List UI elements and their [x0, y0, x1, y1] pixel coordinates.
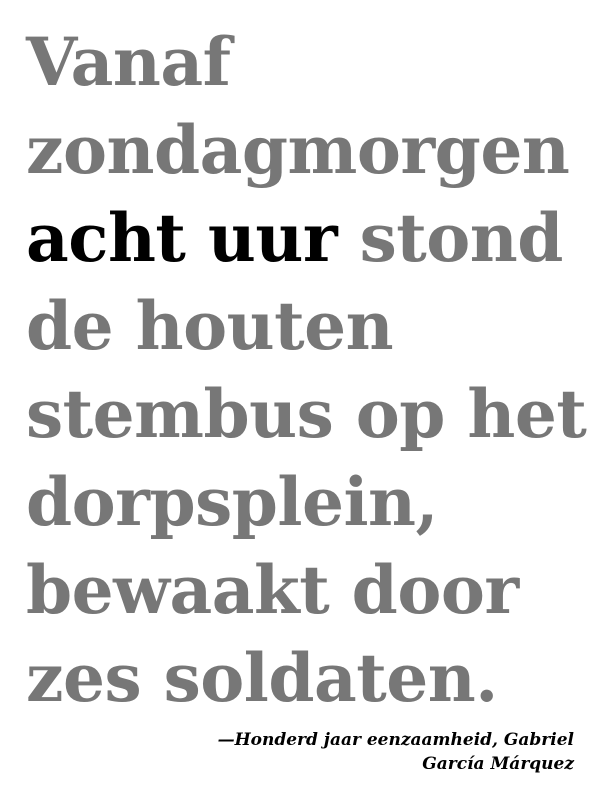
quote-line-6: dorpsplein, [26, 463, 439, 541]
quote-line-4: de houten [26, 287, 394, 365]
quote-line-8: zes soldaten. [26, 639, 498, 717]
quote-line-1: Vanaf [26, 23, 231, 101]
quote-line-3-rest: stond [337, 199, 564, 277]
quote-highlight-time: acht uur [26, 199, 338, 277]
quote-page: Vanaf zondagmorgen acht uur stond de hou… [0, 0, 600, 800]
quote-text: Vanaf zondagmorgen acht uur stond de hou… [26, 18, 591, 722]
quote-line-7: bewaakt door [26, 551, 519, 629]
quote-line-5: stembus op het [26, 375, 587, 453]
attribution-line-1: —Honderd jaar eenzaamheid, Gabriel [217, 730, 574, 750]
quote-attribution: —Honderd jaar eenzaamheid, Gabriel Garcí… [154, 728, 574, 776]
quote-line-3: acht uur stond [26, 194, 591, 282]
attribution-line-2: García Márquez [422, 754, 574, 774]
quote-line-2: zondagmorgen [26, 111, 570, 189]
